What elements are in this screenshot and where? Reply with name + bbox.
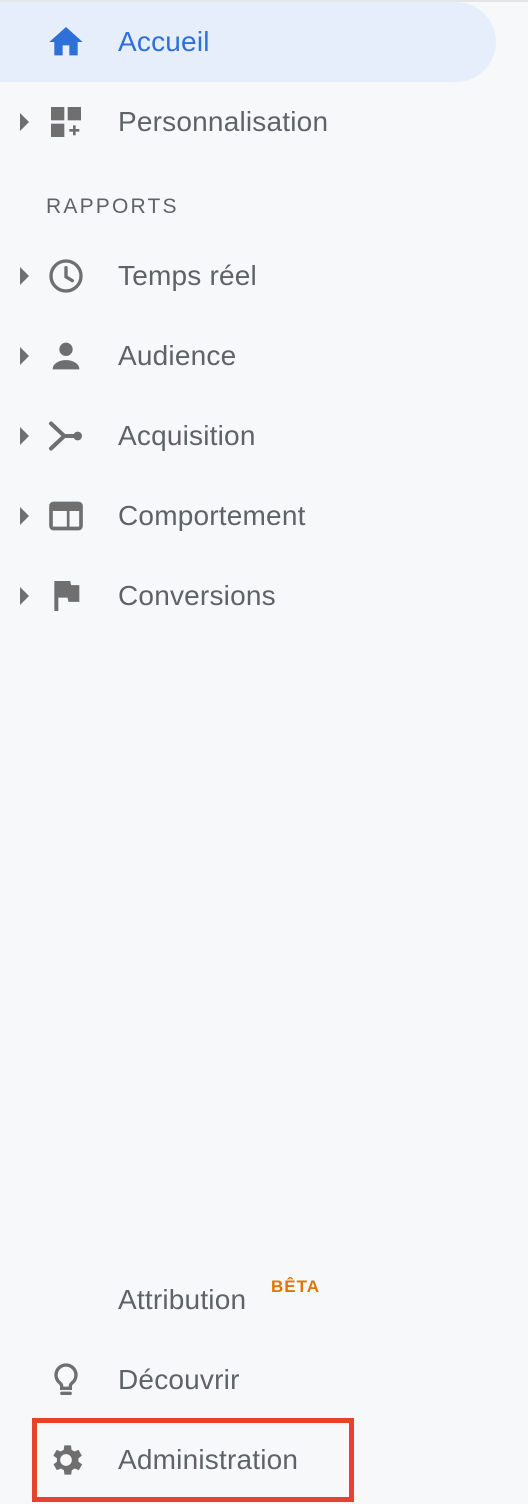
expand-caret-icon[interactable] <box>20 427 29 445</box>
nav-item-admin[interactable]: Administration <box>0 1420 496 1500</box>
nav-item-behavior-label: Comportement <box>118 500 306 531</box>
acquisition-icon <box>46 416 86 456</box>
nav-item-discover[interactable]: Découvrir <box>0 1340 496 1420</box>
person-icon <box>46 336 86 376</box>
nav-item-attribution-label: Attribution <box>118 1284 247 1315</box>
clock-icon <box>46 256 86 296</box>
left-nav-panel: Accueil Personnalisation RAPPORTS Temps … <box>0 0 528 1504</box>
expand-caret-icon[interactable] <box>20 267 29 285</box>
nav-item-home[interactable]: Accueil <box>0 2 496 82</box>
nav-item-audience-label: Audience <box>118 340 237 371</box>
gear-icon <box>46 1440 86 1480</box>
nav-item-acquisition-label: Acquisition <box>118 420 256 451</box>
nav-item-admin-label: Administration <box>118 1444 299 1475</box>
beta-badge: BÊTA <box>271 1277 321 1296</box>
flag-icon <box>46 576 86 616</box>
expand-caret-icon[interactable] <box>20 507 29 525</box>
nav-item-audience[interactable]: Audience <box>0 316 496 396</box>
nav-item-attribution[interactable]: Attribution <box>0 1260 496 1340</box>
reports-section-heading: RAPPORTS <box>46 195 179 218</box>
nav-item-behavior[interactable]: Comportement <box>0 476 496 556</box>
expand-caret-icon[interactable] <box>20 347 29 365</box>
nav-item-conversions-label: Conversions <box>118 580 276 611</box>
nav-item-acquisition[interactable]: Acquisition <box>0 396 496 476</box>
dashboard-plus-icon <box>46 102 86 142</box>
nav-item-customization[interactable]: Personnalisation <box>0 82 496 162</box>
nav-item-realtime-label: Temps réel <box>118 260 257 291</box>
lightbulb-icon <box>46 1360 86 1400</box>
home-icon <box>46 22 86 62</box>
nav-item-customization-label: Personnalisation <box>118 106 329 137</box>
nav-item-realtime[interactable]: Temps réel <box>0 236 496 316</box>
expand-caret-icon[interactable] <box>20 587 29 605</box>
expand-caret-icon[interactable] <box>20 113 29 131</box>
nav-item-conversions[interactable]: Conversions <box>0 556 496 636</box>
nav-item-home-label: Accueil <box>118 26 210 57</box>
nav-item-discover-label: Découvrir <box>118 1364 240 1395</box>
browser-window-icon <box>46 496 86 536</box>
